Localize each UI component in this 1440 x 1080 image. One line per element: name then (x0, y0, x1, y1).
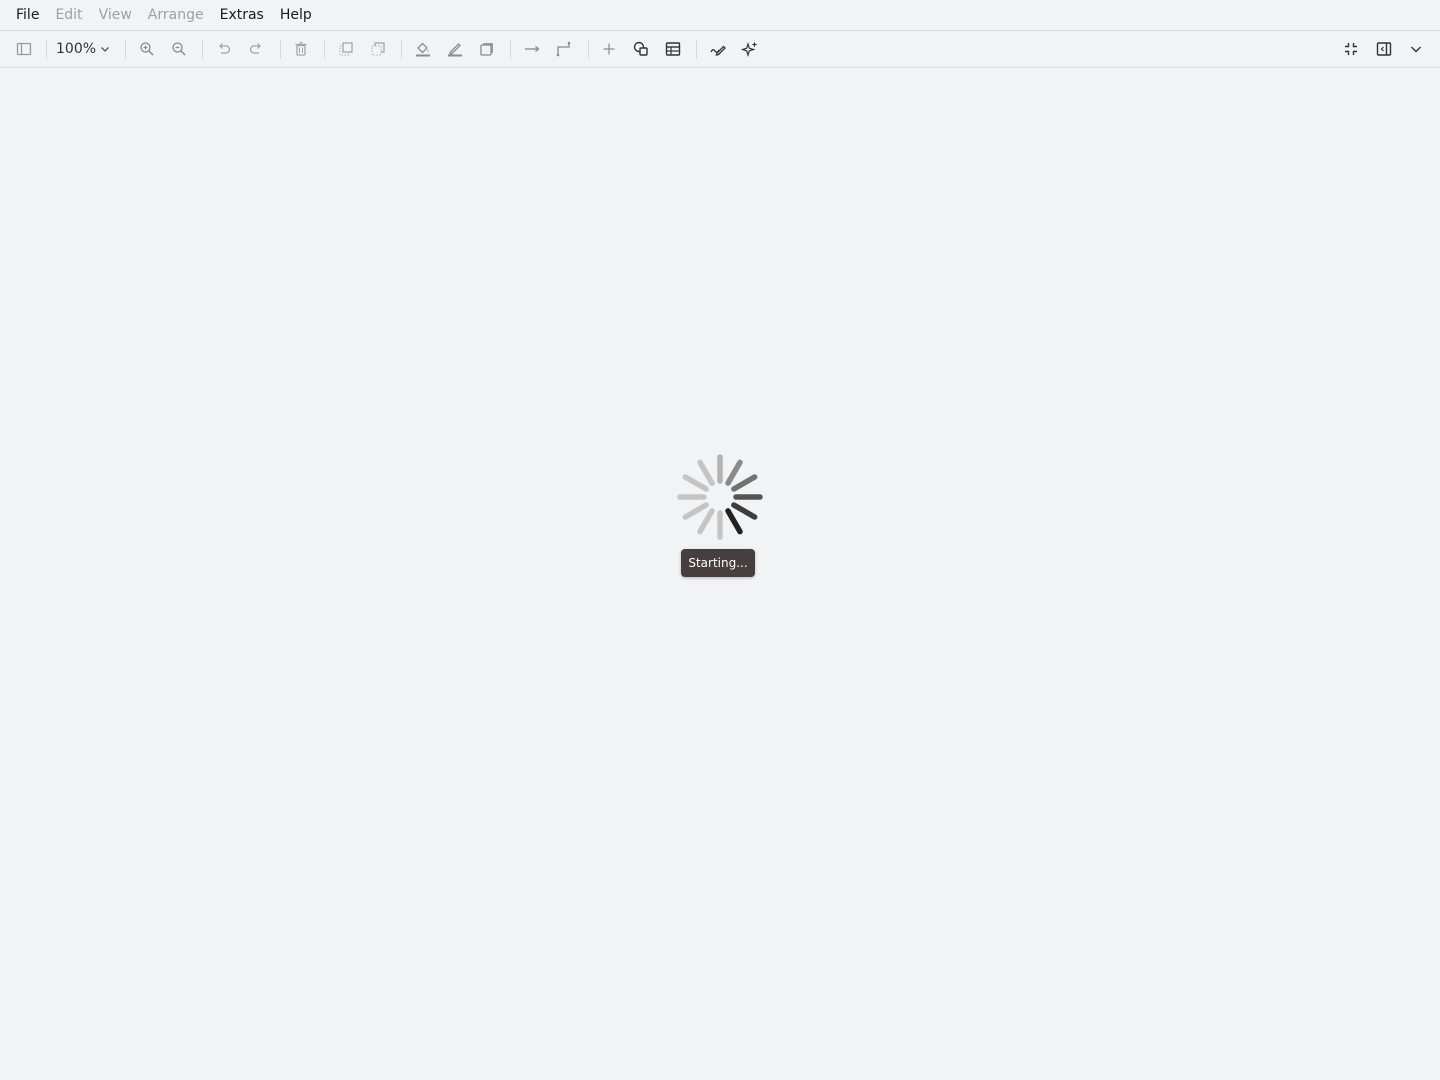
fill-color-icon (416, 42, 430, 57)
shapes-button[interactable] (628, 36, 654, 62)
shadow-icon (480, 43, 493, 56)
menu-bar: File Edit View Arrange Extras Help (0, 0, 1440, 31)
freehand-icon (710, 45, 726, 56)
zoom-dropdown[interactable]: 100% (56, 36, 111, 62)
redo-button[interactable] (243, 36, 269, 62)
undo-button[interactable] (211, 36, 237, 62)
toggle-panels-button[interactable] (1371, 36, 1397, 62)
toolbar-separator (125, 40, 126, 59)
undo-icon (219, 43, 231, 54)
to-back-icon (371, 42, 385, 56)
menu-help[interactable]: Help (272, 0, 320, 31)
toolbar-separator (324, 40, 325, 59)
insert-button[interactable] (596, 36, 622, 62)
chevron-down-icon (1411, 46, 1421, 53)
waypoints-button[interactable] (551, 36, 577, 62)
shapes-icon (633, 41, 648, 56)
fullscreen-icon (1345, 43, 1357, 55)
toolbar-separator (202, 40, 203, 59)
zoom-in-button[interactable] (134, 36, 160, 62)
chevron-down-icon (101, 47, 109, 52)
format-panel-button[interactable] (11, 36, 37, 62)
toolbar-separator (510, 40, 511, 59)
menu-view[interactable]: View (91, 0, 140, 31)
loading-spinner-icon (677, 454, 763, 540)
menu-extras[interactable]: Extras (212, 0, 272, 31)
fill-color-button[interactable] (410, 36, 436, 62)
toolbar: 100% (0, 31, 1440, 68)
toolbar-separator (588, 40, 589, 59)
to-front-button[interactable] (333, 36, 359, 62)
collapse-button[interactable] (1403, 36, 1429, 62)
connection-icon (525, 46, 540, 52)
to-back-button[interactable] (365, 36, 391, 62)
line-color-button[interactable] (442, 36, 468, 62)
table-icon (665, 42, 681, 56)
toolbar-separator (696, 40, 697, 59)
freehand-button[interactable] (705, 36, 731, 62)
toggle-panels-icon (1376, 42, 1392, 56)
toolbar-separator (46, 40, 47, 59)
zoom-out-icon (172, 42, 186, 56)
format-panel-icon (16, 42, 32, 56)
connection-button[interactable] (519, 36, 545, 62)
delete-icon (295, 42, 307, 56)
waypoints-icon (556, 41, 571, 57)
shadow-button[interactable] (474, 36, 500, 62)
generate-icon (741, 41, 758, 58)
toolbar-separator (401, 40, 402, 59)
line-color-icon (448, 43, 462, 57)
delete-button[interactable] (288, 36, 314, 62)
insert-icon (603, 43, 615, 55)
table-button[interactable] (660, 36, 686, 62)
menu-edit[interactable]: Edit (47, 0, 90, 31)
to-front-icon (339, 42, 353, 56)
toolbar-separator (280, 40, 281, 59)
generate-button[interactable] (737, 36, 763, 62)
status-badge: Starting... (681, 549, 755, 577)
zoom-in-icon (140, 42, 154, 56)
menu-file[interactable]: File (8, 0, 47, 31)
fullscreen-button[interactable] (1338, 36, 1364, 62)
zoom-value: 100% (56, 41, 97, 57)
menu-arrange[interactable]: Arrange (140, 0, 212, 31)
redo-icon (249, 43, 261, 54)
zoom-out-button[interactable] (166, 36, 192, 62)
